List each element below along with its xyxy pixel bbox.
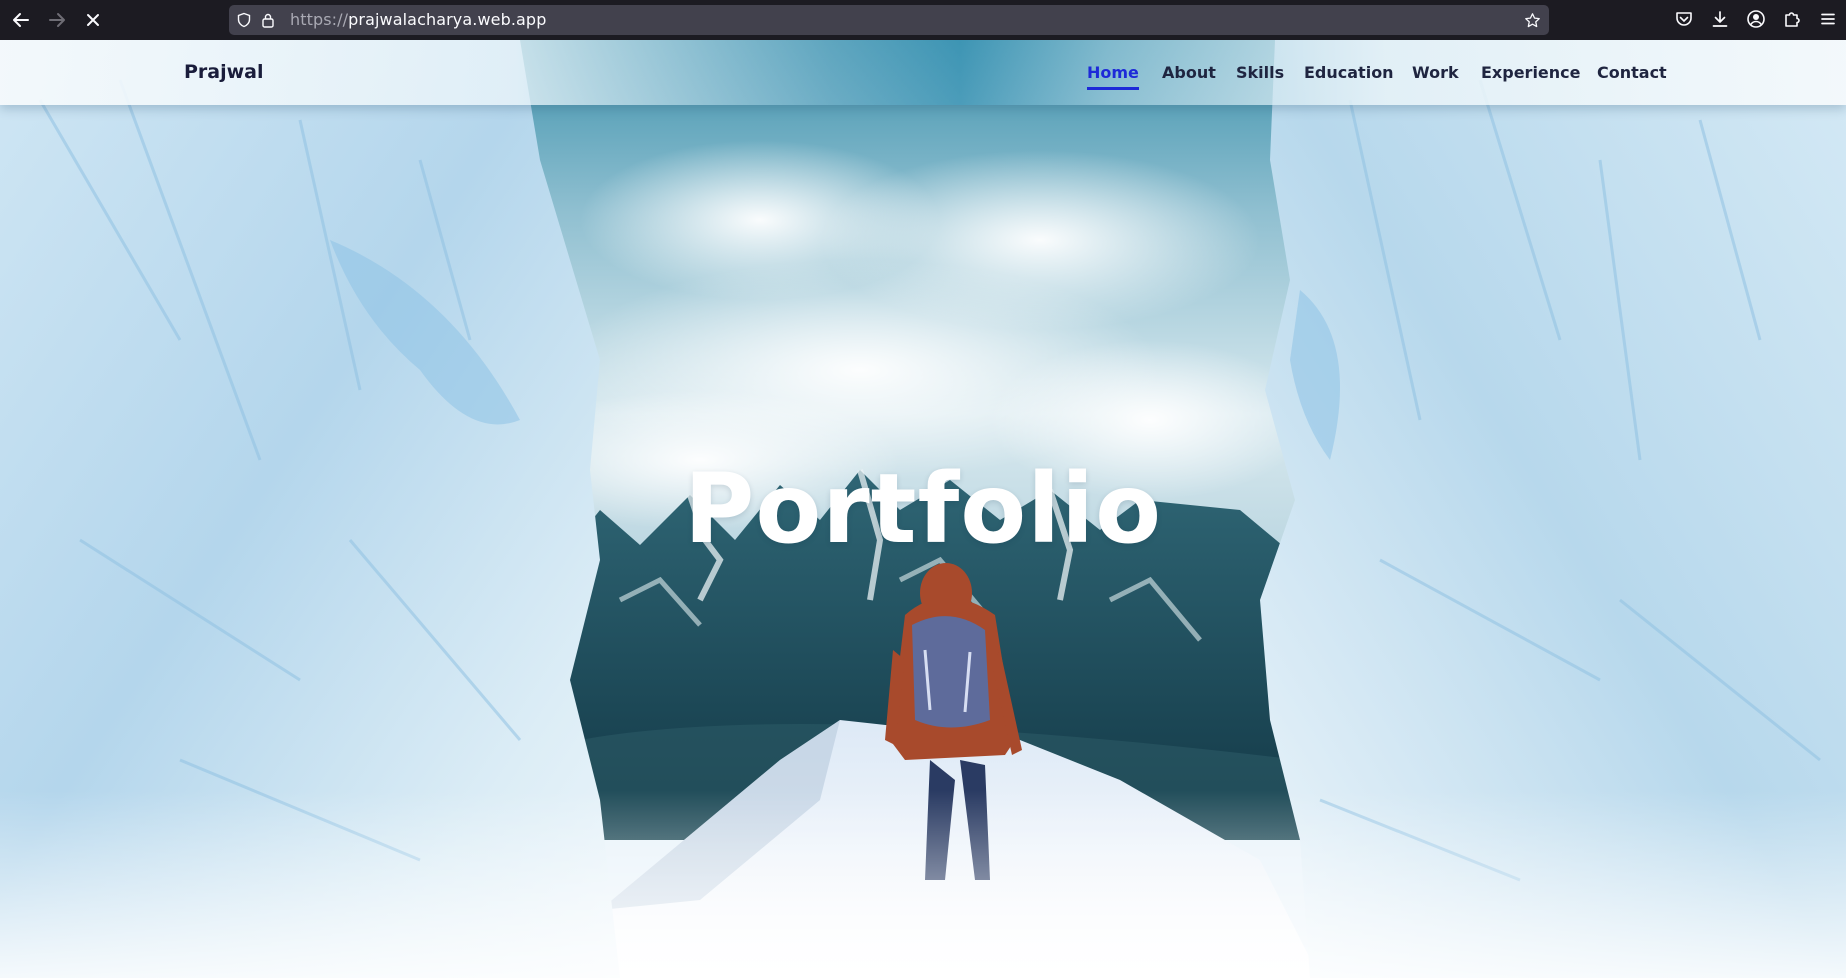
lock-icon[interactable] [260, 12, 276, 28]
nav-item-education[interactable]: Education [1304, 40, 1394, 105]
site-header: Prajwal Home About Skills Education Work… [0, 40, 1846, 105]
close-icon [87, 14, 99, 26]
nav-item-about[interactable]: About [1162, 40, 1216, 105]
nav-item-work[interactable]: Work [1412, 40, 1459, 105]
address-bar[interactable]: https://prajwalacharya.web.app [229, 5, 1549, 35]
url-host: prajwalacharya.web.app [348, 10, 547, 29]
account-button[interactable] [1746, 9, 1768, 31]
extensions-button[interactable] [1782, 9, 1804, 31]
app-menu-button[interactable] [1818, 9, 1840, 31]
nav-item-contact[interactable]: Contact [1597, 40, 1667, 105]
nav-item-experience[interactable]: Experience [1481, 40, 1581, 105]
web-page: Prajwal Home About Skills Education Work… [0, 40, 1846, 978]
stop-loading-button[interactable] [81, 8, 105, 32]
pocket-button[interactable] [1674, 9, 1696, 31]
browser-toolbar: https://prajwalacharya.web.app [0, 0, 1846, 40]
site-logo[interactable]: Prajwal [184, 40, 264, 105]
nav-item-home[interactable]: Home [1087, 40, 1139, 105]
star-icon[interactable] [1524, 12, 1541, 29]
pocket-icon [1676, 12, 1692, 26]
back-button[interactable] [9, 8, 33, 32]
url-protocol: https:// [290, 10, 349, 29]
downloads-button[interactable] [1710, 9, 1732, 31]
url-text[interactable]: https://prajwalacharya.web.app [290, 5, 546, 35]
forward-button[interactable] [45, 8, 69, 32]
hero-title: Portfolio [683, 453, 1163, 565]
arrow-right-icon [49, 13, 65, 27]
arrow-left-icon [13, 13, 29, 27]
nav-item-skills[interactable]: Skills [1236, 40, 1284, 105]
hamburger-menu-icon [1821, 13, 1835, 25]
shield-icon[interactable] [236, 12, 252, 28]
download-icon [1712, 11, 1728, 27]
account-icon [1747, 10, 1765, 28]
puzzle-icon [1785, 12, 1800, 27]
